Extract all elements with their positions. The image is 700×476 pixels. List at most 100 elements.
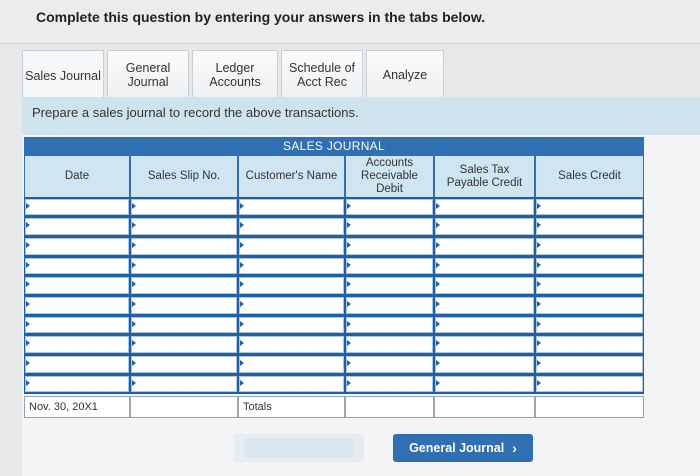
instruction-panel: Prepare a sales journal to record the ab… <box>22 97 700 135</box>
disabled-button-face <box>244 438 354 458</box>
entry-cell-ar-debit[interactable] <box>346 277 433 294</box>
entry-cell-sales-credit[interactable] <box>536 356 643 373</box>
entry-cell-customer-name[interactable] <box>239 316 344 334</box>
entry-cell-sales-tax-credit[interactable] <box>435 297 534 314</box>
entry-cell-date[interactable] <box>25 316 129 334</box>
tab-analyze[interactable]: Analyze <box>366 50 444 98</box>
column-header-date: Date <box>24 156 130 197</box>
cell-marker-icon <box>347 202 351 209</box>
cell-marker-icon <box>240 301 244 307</box>
entry-cell-ar-debit[interactable] <box>346 237 433 255</box>
instructions-banner: Complete this question by entering your … <box>0 0 700 44</box>
entry-cell-sales-tax-credit[interactable] <box>435 356 534 373</box>
entry-cell-customer-name[interactable] <box>239 375 344 393</box>
cell-marker-icon <box>347 379 351 386</box>
footer-total-sales-tax[interactable] <box>434 396 535 418</box>
entry-cell-sales-slip[interactable] <box>131 375 237 393</box>
entry-cell-date[interactable] <box>25 356 129 373</box>
entry-cell-customer-name[interactable] <box>239 277 344 294</box>
entry-cell-sales-slip[interactable] <box>131 237 237 255</box>
cell-marker-icon <box>537 360 541 367</box>
entry-cell-sales-tax-credit[interactable] <box>435 237 534 255</box>
entry-cell-sales-slip[interactable] <box>131 198 237 216</box>
entry-cell-ar-debit[interactable] <box>346 218 433 235</box>
entry-cell-sales-slip[interactable] <box>131 218 237 235</box>
entry-cell-sales-slip[interactable] <box>131 277 237 294</box>
cell-marker-icon <box>537 301 541 307</box>
entry-cell-sales-tax-credit[interactable] <box>435 198 534 216</box>
entry-cell-date[interactable] <box>25 375 129 393</box>
footer-total-ar-debit[interactable] <box>345 396 434 418</box>
entry-cell-customer-name[interactable] <box>239 198 344 216</box>
entry-cell-sales-credit[interactable] <box>536 257 643 275</box>
next-button-label: General Journal <box>409 441 505 455</box>
entry-cell-sales-tax-credit[interactable] <box>435 375 534 393</box>
entry-cell-sales-tax-credit[interactable] <box>435 218 534 235</box>
entry-cell-sales-credit[interactable] <box>536 277 643 294</box>
entry-cell-sales-tax-credit[interactable] <box>435 336 534 354</box>
entry-cell-date[interactable] <box>25 257 129 275</box>
cell-marker-icon <box>347 360 351 367</box>
cell-marker-icon <box>436 340 440 347</box>
entry-cell-ar-debit[interactable] <box>346 356 433 373</box>
entry-cell-ar-debit[interactable] <box>346 198 433 216</box>
cell-marker-icon <box>347 301 351 307</box>
cell-marker-icon <box>26 222 30 229</box>
entry-cell-ar-debit[interactable] <box>346 297 433 314</box>
cell-marker-icon <box>132 340 136 347</box>
entry-cell-sales-slip[interactable] <box>131 336 237 354</box>
cell-marker-icon <box>240 261 244 268</box>
entry-cell-customer-name[interactable] <box>239 336 344 354</box>
entry-cell-date[interactable] <box>25 277 129 294</box>
entry-cell-sales-credit[interactable] <box>536 336 643 354</box>
entry-cell-sales-tax-credit[interactable] <box>435 257 534 275</box>
cell-marker-icon <box>132 379 136 386</box>
entry-cell-customer-name[interactable] <box>239 297 344 314</box>
entry-cell-date[interactable] <box>25 198 129 216</box>
entry-cell-sales-tax-credit[interactable] <box>435 316 534 334</box>
entry-cell-ar-debit[interactable] <box>346 375 433 393</box>
entry-cell-ar-debit[interactable] <box>346 257 433 275</box>
entry-cell-sales-slip[interactable] <box>131 257 237 275</box>
entry-cell-customer-name[interactable] <box>239 257 344 275</box>
tab-ledger-accounts[interactable]: Ledger Accounts <box>192 50 278 98</box>
entry-cell-sales-credit[interactable] <box>536 218 643 235</box>
entry-cell-date[interactable] <box>25 237 129 255</box>
cell-marker-icon <box>240 340 244 347</box>
entry-cell-sales-slip[interactable] <box>131 297 237 314</box>
general-journal-next-button[interactable]: General Journal › <box>393 434 533 462</box>
cell-marker-icon <box>537 379 541 386</box>
journal-footer-row: Nov. 30, 20X1 Totals <box>24 396 644 418</box>
tab-sales-journal[interactable]: Sales Journal <box>22 50 104 100</box>
cell-marker-icon <box>132 202 136 209</box>
footer-total-sales-credit[interactable] <box>535 396 644 418</box>
entry-cell-date[interactable] <box>25 218 129 235</box>
entry-cell-sales-credit[interactable] <box>536 297 643 314</box>
cell-marker-icon <box>26 320 30 327</box>
cell-marker-icon <box>436 222 440 229</box>
entry-cell-customer-name[interactable] <box>239 356 344 373</box>
tab-schedule-acct-rec[interactable]: Schedule of Acct Rec <box>281 50 363 98</box>
entry-cell-customer-name[interactable] <box>239 237 344 255</box>
cell-marker-icon <box>537 340 541 347</box>
entry-cell-date[interactable] <box>25 297 129 314</box>
entry-cell-sales-credit[interactable] <box>536 198 643 216</box>
entry-cell-ar-debit[interactable] <box>346 316 433 334</box>
journal-prompt: Prepare a sales journal to record the ab… <box>32 105 359 120</box>
cell-marker-icon <box>537 281 541 288</box>
footer-date: Nov. 30, 20X1 <box>24 396 130 418</box>
cell-marker-icon <box>347 340 351 347</box>
entry-cell-sales-slip[interactable] <box>131 316 237 334</box>
entry-cell-sales-tax-credit[interactable] <box>435 277 534 294</box>
entry-cell-sales-slip[interactable] <box>131 356 237 373</box>
entry-cell-customer-name[interactable] <box>239 218 344 235</box>
cell-marker-icon <box>436 379 440 386</box>
entry-cell-date[interactable] <box>25 336 129 354</box>
entry-cell-ar-debit[interactable] <box>346 336 433 354</box>
cell-marker-icon <box>26 360 30 367</box>
cell-marker-icon <box>537 320 541 327</box>
tab-general-journal[interactable]: General Journal <box>107 50 189 98</box>
entry-cell-sales-credit[interactable] <box>536 375 643 393</box>
entry-cell-sales-credit[interactable] <box>536 237 643 255</box>
entry-cell-sales-credit[interactable] <box>536 316 643 334</box>
